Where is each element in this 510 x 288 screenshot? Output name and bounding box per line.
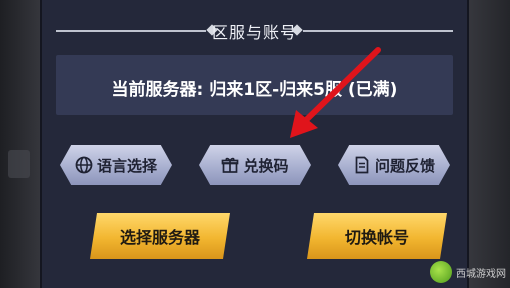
watermark-logo-icon xyxy=(430,261,452,283)
watermark: 西城游戏网 xyxy=(430,260,506,284)
watermark-text: 西城游戏网 xyxy=(456,268,506,280)
annotation-arrow xyxy=(290,47,381,138)
